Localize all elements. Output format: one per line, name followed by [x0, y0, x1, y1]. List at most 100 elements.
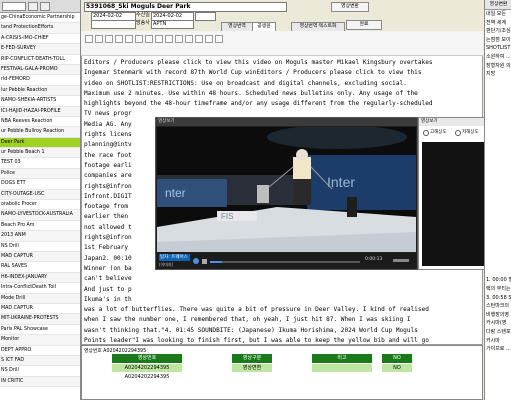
list-item[interactable]: lur Pebble Reaction [0, 85, 80, 97]
top-form: 5391068_Ski Moguls Deer Park 영상변환 2024-0… [81, 0, 421, 31]
toolbar-tool-icon[interactable] [115, 35, 123, 43]
register-button[interactable]: 영상변환 [331, 2, 369, 12]
time-field[interactable] [195, 12, 216, 21]
toolbar-tool-icon[interactable] [185, 35, 193, 43]
svg-text:nter: nter [165, 186, 186, 200]
side-text-line [485, 208, 511, 217]
story-id-field[interactable]: 5391068_Ski Moguls Deer Park [84, 2, 287, 12]
list-item[interactable]: 2013 ANM [0, 231, 80, 242]
list-filter-select[interactable] [2, 1, 26, 11]
table-cell[interactable]: 영상변환 [232, 364, 272, 372]
list-item[interactable]: TEST 03 [0, 158, 80, 169]
list-item[interactable]: Mode Drill [0, 293, 80, 304]
list-item[interactable]: ur Pebble Beach 1 [0, 148, 80, 159]
video-player-window[interactable]: 영상보기 Inter nter FIS 탑자: 트웨어스 (이미지) 0:00:… [155, 117, 418, 270]
list-item[interactable]: A-CRISIS-IMO-CHIEF [0, 34, 80, 45]
toolbar-tool-icon[interactable] [205, 35, 213, 43]
list-item[interactable]: Deer Park [0, 137, 80, 149]
list-item[interactable]: ur Pebble Bullroy Reaction [0, 127, 80, 138]
tab-text[interactable]: 영상번역 텍스트화 [291, 22, 345, 31]
play-icon[interactable] [193, 258, 199, 264]
side-text-line: SHOTLIST [486, 45, 511, 52]
side-text-line [485, 259, 511, 268]
table-header[interactable]: 비고 [312, 354, 372, 363]
list-close-button[interactable] [40, 1, 50, 11]
toolbar-tool-icon[interactable] [195, 35, 203, 43]
list-item[interactable]: Beach Pro Am [0, 221, 80, 232]
list-item[interactable]: Monitor [0, 335, 80, 346]
text-line: can't believe [84, 275, 132, 283]
list-item[interactable]: NBA Reeves Reaction [0, 117, 80, 128]
side-text-line: 카시마(영 [486, 320, 507, 327]
side-text-line: 가이므로 ... [486, 346, 511, 353]
list-refresh-button[interactable] [28, 1, 38, 11]
table-cell[interactable]: NO [382, 364, 412, 372]
list-item[interactable]: tand ProtectionEfforts [0, 23, 80, 34]
side-text-line [485, 130, 511, 139]
table-cell[interactable] [312, 364, 372, 372]
toolbar-tool-icon[interactable] [135, 35, 143, 43]
preview-box [422, 142, 484, 266]
table-cell[interactable] [312, 373, 372, 381]
toolbar-tool-icon[interactable] [165, 35, 173, 43]
list-item[interactable]: Intra-ConflictDeath Toll [0, 283, 80, 294]
table-cell[interactable] [232, 373, 272, 381]
list-item[interactable]: NS Drill [0, 366, 80, 377]
side-text-line [485, 113, 511, 122]
table-header[interactable]: 영상번호 [112, 354, 182, 363]
translation-side-text[interactable]: 내일 모든 전역 세계 판단기/조심 는점점 보이 SHOTLIST 소원하여 ... 장형… [485, 10, 511, 354]
table-header[interactable]: 영상구분 [232, 354, 272, 363]
table-cell[interactable]: A0204202294395 [112, 364, 182, 372]
side-text-line: 비행장의영 [486, 311, 510, 318]
side-text-line [485, 268, 511, 277]
complete-button[interactable]: 완료 [346, 20, 382, 30]
stop-icon[interactable] [202, 259, 207, 264]
list-item[interactable]: FESTIVAL-GALA-PROMO [0, 64, 80, 76]
list-item[interactable]: S ICT FAD [0, 355, 80, 367]
list-item[interactable]: rld-FEMORD [0, 75, 80, 86]
toolbar-tool-icon[interactable] [175, 35, 183, 43]
list-item[interactable]: RAL SAVES [0, 262, 80, 273]
toolbar-tool-icon[interactable] [105, 35, 113, 43]
broadcaster-select[interactable]: APTN [151, 20, 194, 29]
toolbar-tool-icon[interactable] [125, 35, 133, 43]
list-item[interactable]: DOGS ETT [0, 179, 80, 190]
list-item[interactable]: MIT-UKRAINE-PROTESTS [0, 314, 80, 325]
side-text-line: 1. 00:00 밀 [486, 277, 511, 284]
tab-source[interactable]: 공생원 [252, 22, 276, 31]
table-cell[interactable]: A0204202294395 [112, 373, 182, 381]
list-item[interactable]: NAMO-LYVESTOCK-AUSTRALIA [0, 210, 80, 221]
list-item[interactable]: orabolic Procer [0, 200, 80, 211]
side-text-line [485, 148, 511, 157]
list-item[interactable]: ICI-HAJID-HAZAI-PROFILE [0, 106, 80, 117]
toolbar-tool-icon[interactable] [155, 35, 163, 43]
list-item[interactable]: Police [0, 168, 80, 180]
toolbar-tool-icon[interactable] [145, 35, 153, 43]
list-item[interactable]: MAD CAPTUR [0, 251, 80, 263]
radio-low-res[interactable] [455, 130, 461, 136]
table-cell[interactable] [382, 373, 412, 381]
radio-high-res[interactable] [423, 130, 429, 136]
duration-field[interactable] [91, 20, 136, 29]
list-item[interactable]: H6-INDEX-JANUARY [0, 272, 80, 284]
list-item[interactable]: Paris PAL Showcase [0, 325, 80, 336]
list-item[interactable]: NS Drill [0, 242, 80, 252]
list-item[interactable]: IN CRITIC [0, 376, 80, 388]
tab-translate[interactable]: 영상번역 [221, 22, 253, 31]
toolbar-tool-icon[interactable] [85, 35, 93, 43]
video-frame[interactable]: Inter nter FIS [157, 127, 416, 252]
list-item[interactable]: NAMO-SHEKIA-ARTISTS [0, 96, 80, 107]
table-header[interactable]: NO [382, 354, 412, 363]
list-item[interactable]: ge-ChinaEconomic Partnership [0, 13, 80, 24]
broadcaster-label: 방송사 [136, 20, 150, 26]
toolbar-tool-icon[interactable] [95, 35, 103, 43]
list-item[interactable]: E-FED-SURVEY [0, 44, 80, 55]
side-text-line: 다랑 스탠포 [486, 328, 511, 335]
seek-bar[interactable] [210, 261, 360, 263]
list-item[interactable]: RIP-CONFLICT-DEATH-TOLL [0, 55, 80, 65]
list-item[interactable]: MAD CAPTUR [0, 304, 80, 315]
list-item[interactable]: CITY-OUTAGE-USC [0, 189, 80, 201]
volume-slider[interactable] [393, 259, 409, 262]
toolbar-tool-icon[interactable] [215, 35, 223, 43]
list-item[interactable]: DEPT APPRO [0, 346, 80, 356]
